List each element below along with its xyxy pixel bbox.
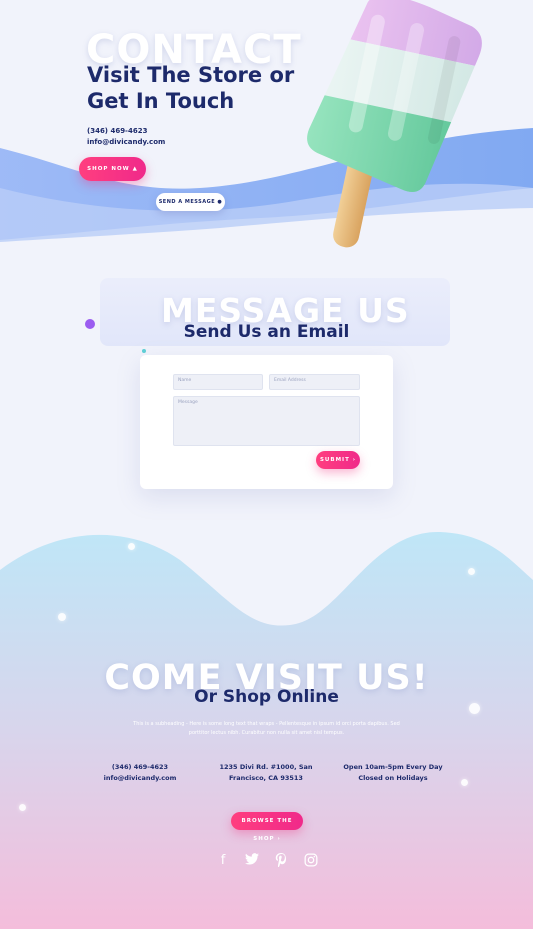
footer-phone[interactable]: (346) 469-4623: [80, 762, 200, 773]
bubble: [128, 543, 135, 550]
address-line-2: Francisco, CA 93513: [229, 774, 303, 782]
submit-button[interactable]: SUBMIT ›: [316, 451, 360, 469]
bubble: [58, 613, 66, 621]
hero-title: Visit The Store or Get In Touch: [87, 63, 295, 113]
footer-hours: Open 10am-5pm Every Day Closed on Holida…: [333, 762, 453, 784]
send-message-button[interactable]: SEND A MESSAGE ●: [156, 193, 225, 211]
send-message-label: SEND A MESSAGE: [158, 199, 216, 205]
shop-now-label: SHOP NOW: [87, 166, 130, 172]
bubble: [19, 804, 26, 811]
facebook-icon[interactable]: f: [215, 853, 231, 869]
browse-shop-button[interactable]: BROWSE THE SHOP ›: [231, 812, 303, 842]
decor-dot-teal: [142, 349, 146, 353]
footer-contact-info: (346) 469-4623 info@divicandy.com: [80, 762, 200, 784]
hero-section: CONTACT Visit The Store or Get In Touch …: [0, 0, 533, 255]
shopping-bag-icon: ▲: [132, 166, 138, 172]
bubble: [461, 779, 468, 786]
popsicle-illustration: [300, 0, 489, 248]
shop-now-button[interactable]: SHOP NOW ▲: [79, 157, 146, 181]
message-section-title: Send Us an Email: [183, 322, 350, 342]
decor-dot-purple: [85, 319, 95, 329]
footer-address: 1235 Divi Rd. #1000, San Francisco, CA 9…: [206, 762, 326, 784]
hours-line-2: Closed on Holidays: [358, 774, 428, 782]
chat-bubble-icon: ●: [217, 199, 223, 205]
visit-section-title: Or Shop Online: [194, 687, 339, 707]
pinterest-icon[interactable]: [273, 853, 289, 869]
submit-label: SUBMIT: [319, 457, 350, 463]
hero-phone[interactable]: (346) 469-4623: [87, 127, 147, 135]
hours-line-1: Open 10am-5pm Every Day: [343, 763, 443, 771]
email-field[interactable]: Email Address: [269, 374, 360, 390]
contact-page: CONTACT Visit The Store or Get In Touch …: [0, 0, 533, 929]
message-field[interactable]: Message: [173, 396, 360, 446]
visit-subheading: This is a subheading - Here is some long…: [133, 721, 400, 736]
instagram-icon[interactable]: [303, 853, 319, 869]
chevron-right-icon: ›: [277, 836, 281, 842]
twitter-icon[interactable]: [244, 853, 260, 869]
bubble: [468, 568, 475, 575]
name-field[interactable]: Name: [173, 374, 263, 390]
chevron-right-icon: ›: [352, 457, 357, 463]
footer-email[interactable]: info@divicandy.com: [80, 773, 200, 784]
contact-form: Name Email Address Message SUBMIT ›: [140, 355, 393, 489]
hero-email[interactable]: info@divicandy.com: [87, 138, 165, 146]
address-line-1: 1235 Divi Rd. #1000, San: [219, 763, 313, 771]
